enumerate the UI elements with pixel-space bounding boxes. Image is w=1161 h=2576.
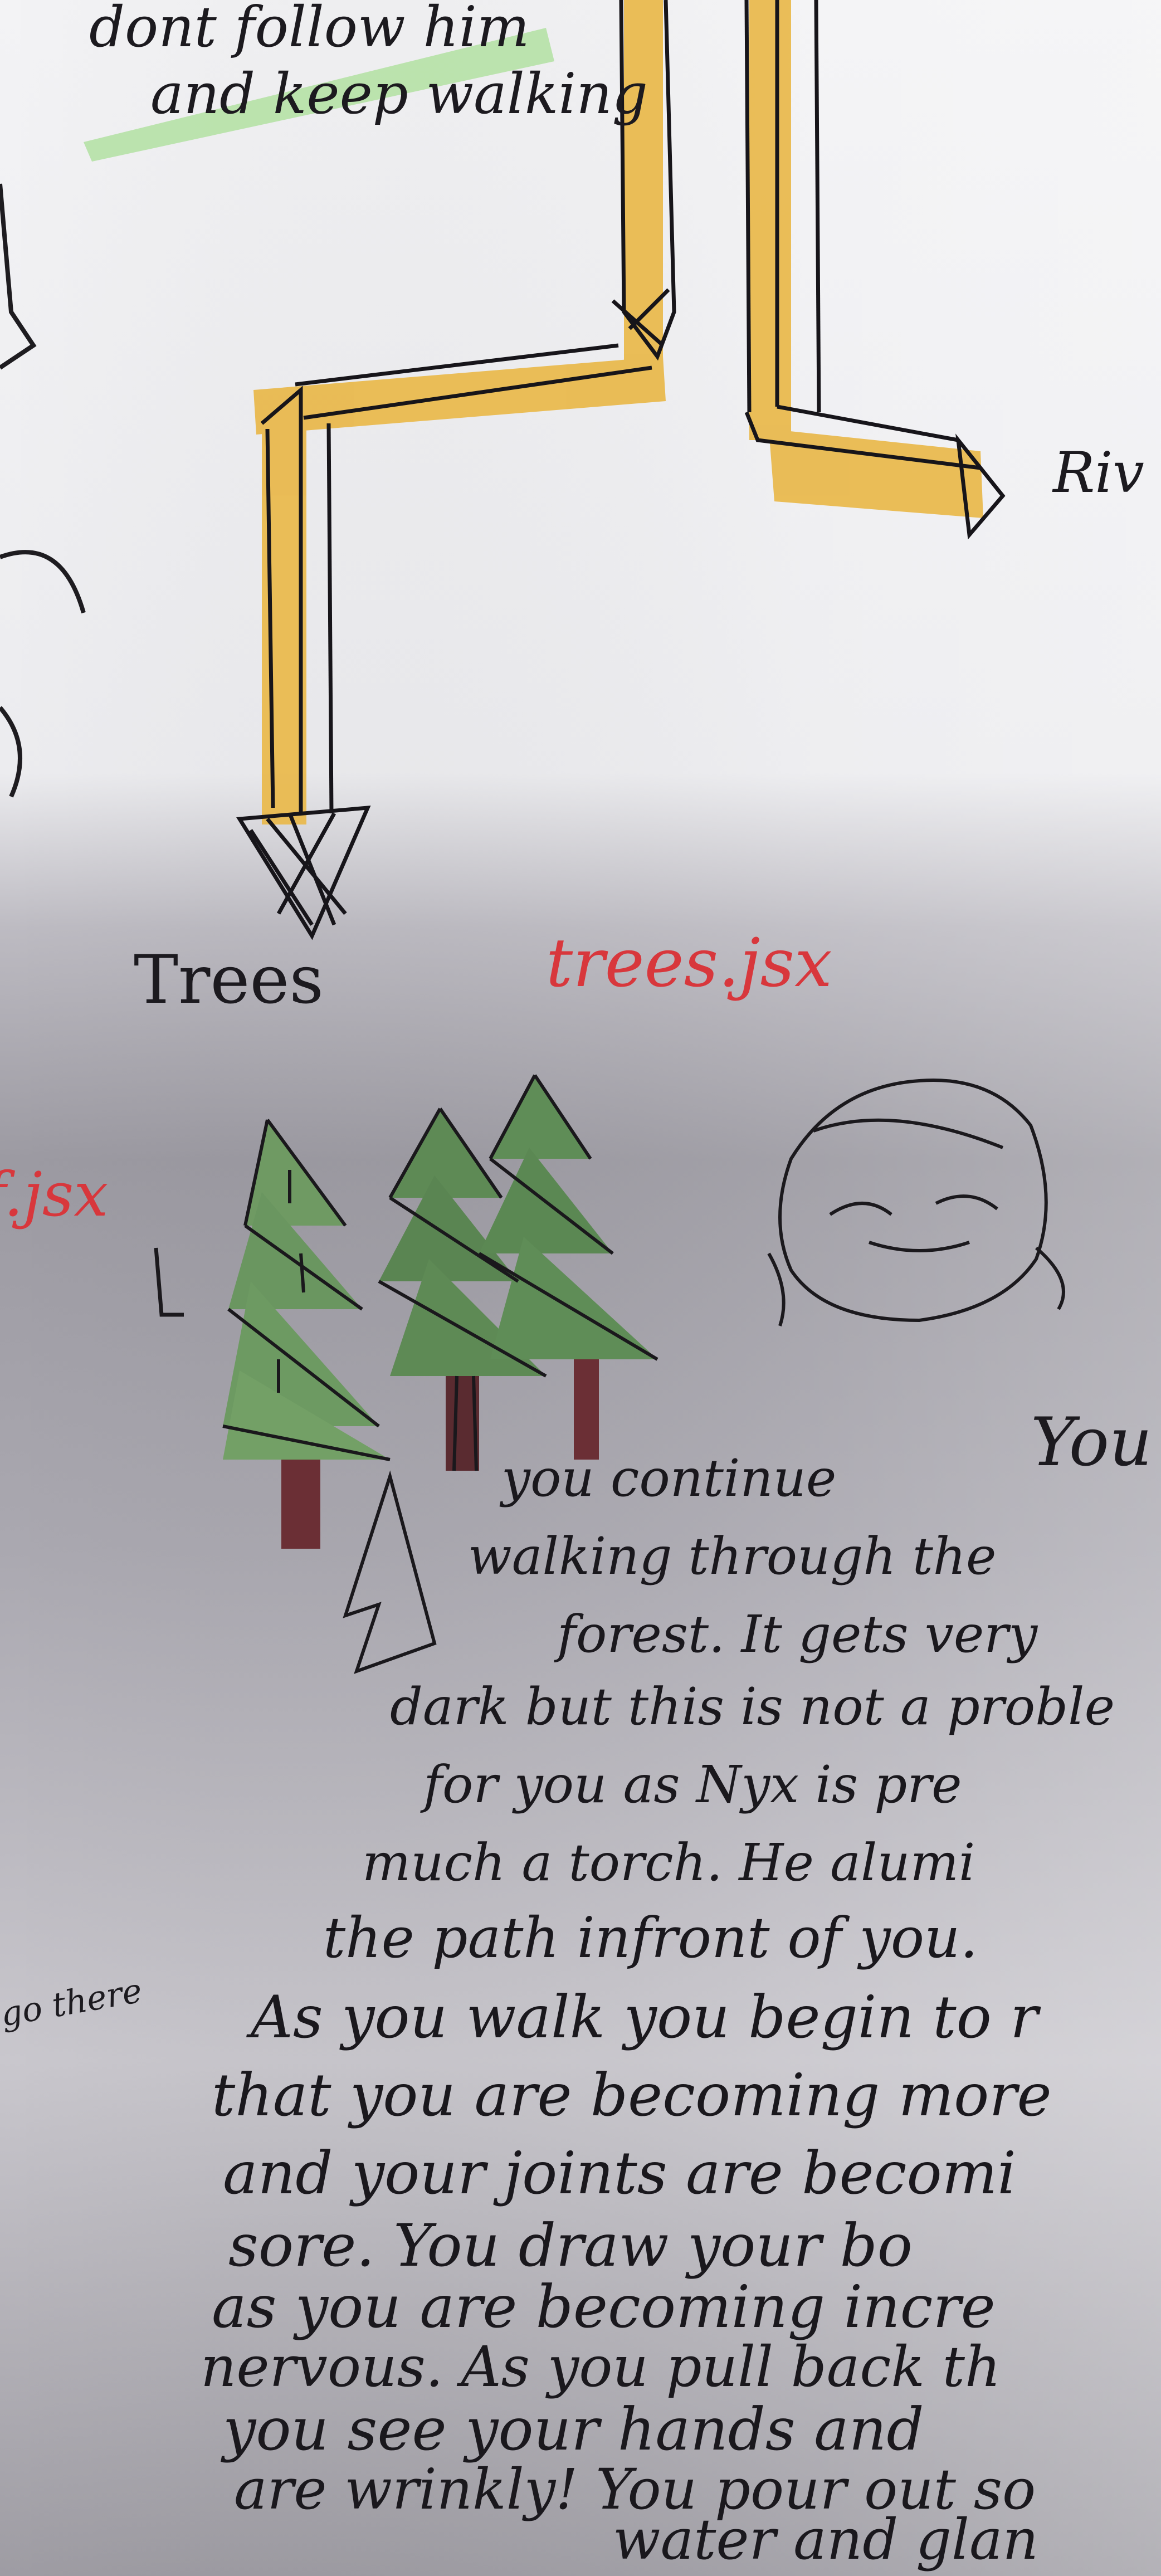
story-line: dark but this is not a proble [390, 1677, 1115, 1736]
trees-file-label: trees.jsx [546, 925, 832, 1002]
story-line: for you as Nyx is pre [423, 1755, 962, 1814]
story-line: much a torch. He alumi [362, 1833, 975, 1892]
right-fragment: You [1031, 1404, 1153, 1481]
top-note-line2: and keep walking [150, 61, 648, 126]
story-line: the path infront of you. [323, 1905, 978, 1970]
story-line: walking through the [468, 1526, 997, 1586]
story-line: sore. You draw your bo [228, 2212, 913, 2280]
story-line: you see your hands and [223, 2396, 924, 2463]
story-line: nervous. As you pull back th [201, 2334, 1001, 2399]
story-line: forest. It gets very [557, 1604, 1038, 1664]
story-line: you continue [501, 1448, 837, 1508]
story-line: and your joints are becomi [223, 2139, 1016, 2207]
river-label: Riv [1053, 440, 1144, 505]
left-file-label: f.jsx [0, 1159, 109, 1230]
story-line: as you are becoming incre [212, 2273, 996, 2341]
story-line: that you are becoming more [212, 2061, 1052, 2129]
story-line: water and glan [613, 2507, 1039, 2572]
story-line: As you walk you begin to r [251, 1983, 1038, 2051]
trees-label: Trees [134, 941, 324, 1019]
top-note-line1: dont follow him [89, 0, 530, 60]
